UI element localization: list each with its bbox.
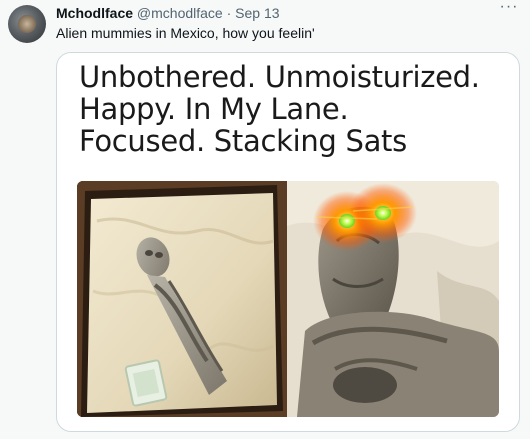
mummy-head-glowing-eyes-image: [287, 181, 499, 417]
meme-caption: Unbothered. Unmoisturized. Happy. In My …: [79, 60, 480, 158]
tweet-header: Mchodlface @mchodlface · Sep 13: [56, 5, 280, 21]
more-dots-icon[interactable]: ···: [498, 0, 520, 20]
author-name[interactable]: Mchodlface: [56, 5, 133, 21]
avatar[interactable]: [8, 5, 46, 43]
separator-dot: ·: [226, 5, 232, 21]
author-handle[interactable]: @mchodlface: [137, 5, 223, 21]
tweet-date[interactable]: Sep 13: [235, 5, 279, 21]
mummy-in-box-image: [77, 181, 287, 417]
tweet[interactable]: Mchodlface @mchodlface · Sep 13 ··· Alie…: [0, 0, 530, 439]
tweet-text: Alien mummies in Mexico, how you feelin': [56, 25, 315, 41]
meme-photos[interactable]: [77, 181, 499, 417]
media-card[interactable]: Unbothered. Unmoisturized. Happy. In My …: [56, 52, 520, 432]
